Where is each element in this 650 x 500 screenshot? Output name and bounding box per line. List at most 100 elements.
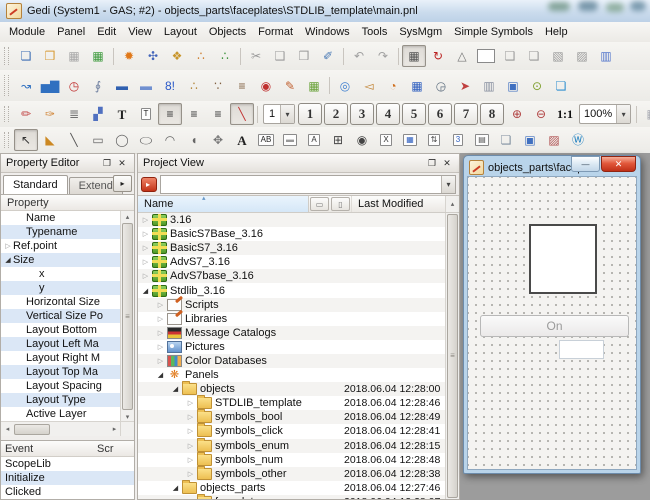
minimize-button[interactable]: — [571, 156, 600, 172]
tab-scroll-button[interactable]: ▸ [113, 175, 132, 192]
menu-objects[interactable]: Objects [203, 24, 252, 40]
scroll-left-icon[interactable]: ◂ [2, 424, 13, 435]
expand-icon[interactable]: ▷ [155, 357, 166, 365]
paste-button[interactable]: ❒ [292, 45, 316, 67]
group-button[interactable]: ▧ [546, 45, 570, 67]
scrollbar-thumb[interactable] [14, 424, 50, 435]
layer-6-button[interactable]: 6 [428, 103, 452, 125]
ellipse-tool-button[interactable]: ◯ [134, 129, 158, 151]
layer-4-button[interactable]: 4 [376, 103, 400, 125]
table-widget-button[interactable]: ▦ [405, 75, 429, 97]
cut-button[interactable]: ✂ [244, 45, 268, 67]
switch-widget-button[interactable]: ⊙ [525, 75, 549, 97]
webview-tool-button[interactable]: Ⓦ [566, 129, 590, 151]
property-row-y[interactable]: y [1, 281, 121, 295]
tree-row-basics7-3-16[interactable]: ▷BasicS7_3.16 [138, 241, 446, 255]
close-panel-button[interactable]: ✕ [440, 157, 454, 170]
panel-canvas[interactable]: On [467, 176, 637, 470]
project-view-titlebar[interactable]: Project View ❐ ✕ [138, 154, 459, 173]
open-panel-button[interactable]: ❒ [38, 45, 62, 67]
line-style-button[interactable]: ≣ [62, 103, 86, 125]
canvas-text-field[interactable] [559, 340, 604, 359]
menu-layout[interactable]: Layout [158, 24, 203, 40]
column-name[interactable]: Name ▴ [138, 196, 309, 212]
property-row-typename[interactable]: Typename [1, 225, 121, 239]
table-tool-button[interactable]: ▦ [398, 129, 422, 151]
textedit-tool-button[interactable]: ⊞ [326, 129, 350, 151]
module-structure-button[interactable]: ✣ [141, 45, 165, 67]
expand-icon[interactable]: ▷ [140, 258, 151, 266]
property-horizontal-scrollbar[interactable]: ◂ ▸ [1, 421, 121, 436]
tree-row-symbols-click[interactable]: ▷symbols_click2018.06.04 12:28:41 [138, 424, 446, 438]
event-column-header[interactable]: Event Scr [1, 441, 134, 457]
zoom-in-button[interactable]: ⊕ [505, 103, 529, 125]
project-run-button[interactable] [141, 177, 157, 192]
button-tool-button[interactable]: ▬ [278, 129, 302, 151]
fill-pattern-button[interactable]: ▞ [86, 103, 110, 125]
gauge-widget-button[interactable]: ◶ [429, 75, 453, 97]
tree-row-panels[interactable]: ◢❋Panels [138, 368, 446, 382]
window-titlebar[interactable]: Gedi (System1 - GAS; #2) - objects_parts… [0, 0, 650, 23]
menu-edit[interactable]: Edit [91, 24, 122, 40]
slider-widget-button[interactable]: ▬ [110, 75, 134, 97]
chevron-down-icon[interactable]: ▾ [441, 176, 455, 193]
layer-select-combo[interactable]: 1▾ [263, 104, 295, 124]
tree-row-faceplates[interactable]: ◢faceplates2018.06.04 12:28:07 [138, 495, 446, 499]
tree-row-stdlib-3-16[interactable]: ◢Stdlib_3.16 [138, 283, 446, 297]
panel-window-titlebar[interactable]: objects_parts\facepl... — ✕ [467, 159, 637, 176]
tree-vertical-scrollbar[interactable] [445, 213, 459, 499]
project-filter-combo[interactable]: ▾ [160, 175, 456, 194]
property-column-header[interactable]: Property [1, 195, 134, 211]
collapse-icon[interactable]: ◢ [185, 498, 196, 499]
color-picker-button[interactable]: ✑ [38, 103, 62, 125]
collapse-icon[interactable]: ◢ [155, 371, 166, 379]
browser-widget-button[interactable]: ❏ [549, 75, 573, 97]
selection-mode-button[interactable]: ▦ [402, 45, 426, 67]
expand-icon[interactable]: ▷ [140, 230, 151, 238]
tree-row-symbols-other[interactable]: ▷symbols_other2018.06.04 12:28:38 [138, 467, 446, 481]
menu-tools[interactable]: Tools [356, 24, 394, 40]
expand-icon[interactable]: ▷ [185, 427, 196, 435]
checkbox-tool-button[interactable]: X [374, 129, 398, 151]
menu-panel[interactable]: Panel [51, 24, 91, 40]
rect-tool-button[interactable]: ▭ [86, 129, 110, 151]
undo-button[interactable]: ↶ [347, 45, 371, 67]
ungroup-button[interactable]: ▨ [570, 45, 594, 67]
collapse-icon[interactable]: ◢ [3, 256, 13, 264]
shape-palette-button[interactable]: ◣ [38, 129, 62, 151]
align-right-button[interactable]: ≡ [206, 103, 230, 125]
hierarchy-green-button[interactable]: ∴ [213, 45, 237, 67]
tree-row-scripts[interactable]: ▷Scripts [138, 298, 446, 312]
current-color-button[interactable] [474, 45, 498, 67]
close-button[interactable]: ✕ [601, 156, 636, 172]
send-back-button[interactable]: ❏ [522, 45, 546, 67]
expand-icon[interactable]: ▷ [155, 315, 166, 323]
property-row-name[interactable]: Name [1, 211, 121, 225]
property-row-horizontal-size[interactable]: Horizontal Size [1, 295, 121, 309]
script-editor-button[interactable]: ✎ [278, 75, 302, 97]
circle-tool-button[interactable]: ◯ [110, 129, 134, 151]
property-row-size[interactable]: ◢Size [1, 253, 121, 267]
float-panel-button[interactable]: ❐ [425, 157, 439, 170]
expand-icon[interactable]: ▷ [140, 216, 151, 224]
property-row-layout-bottom[interactable]: Layout Bottom [1, 323, 121, 337]
radio-tool-button[interactable]: ◉ [350, 129, 374, 151]
numfield-tool-button[interactable]: 3 [446, 129, 470, 151]
pump-symbol-tool-button[interactable]: ✥ [206, 129, 230, 151]
scroll-up-icon[interactable]: ▴ [445, 196, 459, 212]
property-vertical-scrollbar[interactable]: ▴ ▾ [120, 211, 134, 422]
expand-icon[interactable]: ▷ [185, 442, 196, 450]
layer-2-button[interactable]: 2 [324, 103, 348, 125]
property-row-x[interactable]: x [1, 267, 121, 281]
map-widget-button[interactable]: ➤ [453, 75, 477, 97]
float-panel-button[interactable]: ❐ [100, 157, 114, 170]
layer-3-button[interactable]: 3 [350, 103, 374, 125]
save-module-button[interactable]: ▦ [86, 45, 110, 67]
freeform-tool-button[interactable]: ◖ [182, 129, 206, 151]
scrollbar-thumb[interactable] [447, 214, 458, 498]
connect-nodes-button[interactable]: ∴ [182, 75, 206, 97]
expand-icon[interactable]: ▷ [3, 242, 13, 250]
tree-row-3-16[interactable]: ▷3.16 [138, 213, 446, 227]
layer-1-button[interactable]: 1 [298, 103, 322, 125]
view-mode-button-1[interactable]: ▭ [310, 197, 329, 211]
